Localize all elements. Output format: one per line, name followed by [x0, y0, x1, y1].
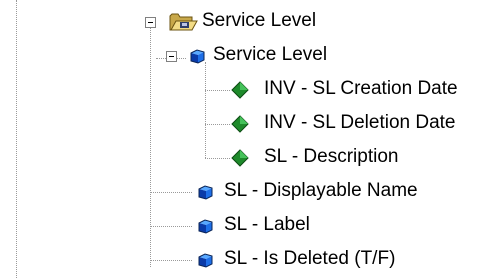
tree-node-label: SL - Displayable Name [224, 180, 418, 201]
tree-connector [205, 62, 206, 158]
tree-node-label: SL - Description [264, 146, 399, 167]
tree-connector [205, 124, 230, 125]
tree-node-service-level-class[interactable]: Service Level [160, 39, 400, 73]
tree-connector [205, 158, 230, 159]
tree-node-inv-sl-deletion-date[interactable]: INV - SL Deletion Date [230, 107, 485, 141]
open-folder-icon [168, 11, 198, 39]
tree-connector [205, 90, 230, 91]
diamond-arrow-icon [231, 149, 249, 173]
diamond-arrow-icon [231, 81, 249, 105]
cube-icon [196, 217, 214, 241]
cube-icon [188, 47, 206, 71]
tree-connector [150, 27, 151, 267]
cube-icon [196, 251, 214, 275]
tree-node-label: INV - SL Deletion Date [264, 112, 456, 133]
tree-node-label: INV - SL Creation Date [264, 78, 458, 99]
tree-node-sl-displayable-name[interactable]: SL - Displayable Name [194, 175, 474, 209]
tree-guide-line [16, 0, 17, 278]
tree-node-sl-label[interactable]: SL - Label [194, 209, 474, 243]
collapse-toggle-icon[interactable] [145, 17, 156, 28]
tree-node-sl-is-deleted[interactable]: SL - Is Deleted (T/F) [194, 243, 474, 277]
collapse-toggle-icon[interactable] [166, 51, 177, 62]
tree-node-label: Service Level [202, 10, 317, 31]
cube-icon [196, 183, 214, 207]
tree-connector [150, 192, 192, 193]
tree-node-label: Service Level [213, 44, 328, 65]
tree-connector [150, 260, 192, 261]
tree-node-sl-description[interactable]: SL - Description [230, 141, 485, 175]
diamond-arrow-icon [231, 115, 249, 139]
tree-node-label: SL - Is Deleted (T/F) [224, 248, 396, 269]
tree-node-service-level-folder[interactable]: Service Level [140, 5, 400, 39]
tree-node-inv-sl-creation-date[interactable]: INV - SL Creation Date [230, 73, 485, 107]
tree-connector [150, 226, 192, 227]
tree-node-label: SL - Label [224, 214, 310, 235]
tree-view: Service Level Service Level INV - SL Cre… [0, 0, 485, 278]
